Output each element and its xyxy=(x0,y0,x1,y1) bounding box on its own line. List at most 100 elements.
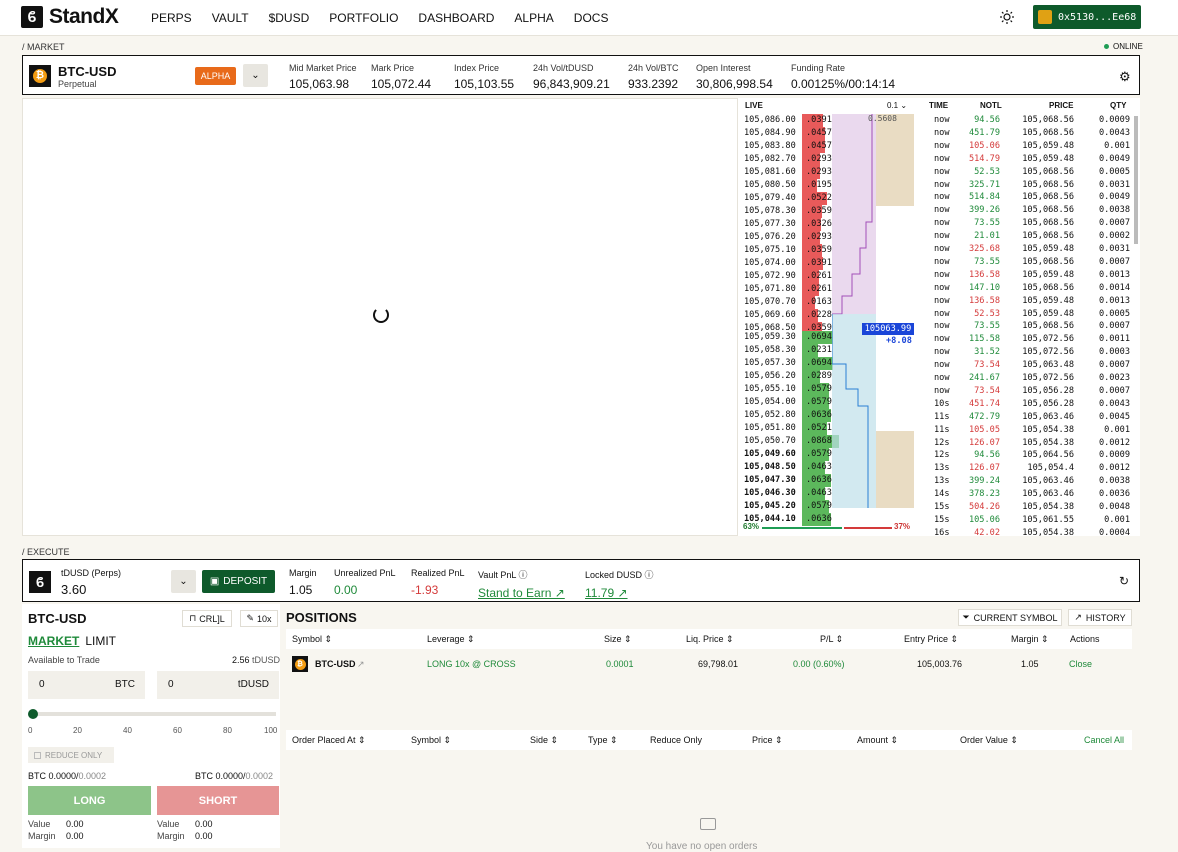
ask-row[interactable]: 105,070.70 .0163 xyxy=(738,296,918,309)
trade-qty: 0.0043 xyxy=(1098,398,1130,409)
dusd-amount-input[interactable]: 0 tDUSD xyxy=(157,671,279,699)
trades-scrollbar[interactable] xyxy=(1134,116,1138,244)
header-order-placed[interactable]: Order Placed At ⇕ xyxy=(292,735,366,746)
available-amount: 2.56 xyxy=(231,655,250,665)
margin-label: Margin xyxy=(157,831,185,841)
gear-icon[interactable]: ⚙ xyxy=(1119,69,1131,85)
nav-dashboard[interactable]: DASHBOARD xyxy=(418,11,494,25)
price-chart[interactable] xyxy=(22,98,738,536)
position-leverage: LONG 10x @ CROSS xyxy=(427,659,516,669)
bid-row[interactable]: 105,056.20 .0289 xyxy=(738,370,918,383)
tick-size-select[interactable]: 0.1 ⌄ xyxy=(887,101,907,110)
trade-qty: 0.0007 xyxy=(1098,218,1130,229)
theme-toggle-icon[interactable] xyxy=(999,9,1015,25)
reduce-only-checkbox[interactable]: REDUCE ONLY xyxy=(28,747,114,763)
nav-docs[interactable]: DOCS xyxy=(574,11,609,25)
header-liq-price[interactable]: Liq. Price ⇕ xyxy=(686,634,734,645)
position-symbol[interactable]: BTC-USD xyxy=(315,659,356,669)
trade-price: 105,072.56 xyxy=(1022,373,1074,383)
btc-amount-input[interactable]: 0 BTC xyxy=(28,671,145,699)
ask-row[interactable]: 105,075.10 .0359 xyxy=(738,244,918,257)
trade-row: now 94.56 105,068.56 0.0009 xyxy=(918,114,1138,127)
current-symbol-label: CURRENT SYMBOL xyxy=(973,612,1058,623)
header-size[interactable]: Size ⇕ xyxy=(604,634,632,645)
header-entry-price[interactable]: Entry Price ⇕ xyxy=(904,634,958,645)
ask-row[interactable]: 105,071.80 .0261 xyxy=(738,283,918,296)
short-button[interactable]: SHORT xyxy=(157,786,279,815)
header-symbol[interactable]: Symbol ⇕ xyxy=(292,634,332,645)
ask-row[interactable]: 105,074.00 .0391 xyxy=(738,257,918,270)
nav-perps[interactable]: PERPS xyxy=(151,11,192,25)
margin-mode-button[interactable]: ⊓ CRL]L xyxy=(182,610,232,627)
ask-row[interactable]: 105,076.20 .0293 xyxy=(738,231,918,244)
refresh-icon[interactable]: ↻ xyxy=(1119,574,1129,588)
trades-header-notional: NOTL xyxy=(980,101,1002,110)
header-margin[interactable]: Margin ⇕ xyxy=(1011,634,1049,645)
header-order-symbol[interactable]: Symbol ⇕ xyxy=(411,735,451,746)
trade-notional: 42.02 xyxy=(974,527,1000,536)
deposit-button[interactable]: ▣ DEPOSIT xyxy=(202,570,275,593)
ask-size: .0261 xyxy=(806,284,832,294)
bid-row[interactable]: 105,054.00 .0579 xyxy=(738,396,918,409)
trade-price: 105,068.56 xyxy=(1022,179,1074,190)
stat-value: 1.05 xyxy=(289,583,313,597)
trade-qty: 0.0012 xyxy=(1098,437,1130,448)
header-pl[interactable]: P/L ⇕ xyxy=(820,634,843,645)
value-label: Value xyxy=(28,819,51,829)
nav-portfolio[interactable]: PORTFOLIO xyxy=(329,11,398,25)
trade-notional: 399.24 xyxy=(968,476,1000,487)
ask-row[interactable]: 105,072.90 .0261 xyxy=(738,270,918,283)
trade-notional: 21.01 xyxy=(974,231,1000,242)
current-symbol-filter[interactable]: ⏷ CURRENT SYMBOL xyxy=(958,609,1062,626)
history-button[interactable]: ↗ HISTORY xyxy=(1068,609,1132,626)
ask-row[interactable]: 105,069.60 .0228 xyxy=(738,309,918,322)
cancel-all-button[interactable]: Cancel All xyxy=(1084,735,1124,745)
trade-price: 105,061.55 xyxy=(1022,514,1074,525)
market-select-dropdown[interactable]: ⌄ xyxy=(243,64,268,87)
size-slider[interactable]: 0 20 40 60 80 100 xyxy=(28,709,277,739)
ask-price: 105,072.90 xyxy=(744,271,796,281)
slider-handle[interactable] xyxy=(28,709,38,719)
ask-row[interactable]: 105,078.30 .0359 xyxy=(738,205,918,218)
header-leverage[interactable]: Leverage ⇕ xyxy=(427,634,475,645)
ask-size: .0293 xyxy=(806,167,832,177)
bid-size: .0463 xyxy=(806,488,832,498)
balance-max: 0.0002 xyxy=(78,771,107,781)
nav-dusd[interactable]: $DUSD xyxy=(269,11,310,25)
wallet-button[interactable]: 0x5130...Ee68 xyxy=(1033,5,1141,29)
tab-market[interactable]: MARKET xyxy=(28,634,79,648)
bid-row[interactable]: 105,055.10 .0579 xyxy=(738,383,918,396)
header-order-value[interactable]: Order Value ⇕ xyxy=(960,735,1018,746)
leverage-button[interactable]: ✎ 10x xyxy=(240,610,278,627)
header-order-price[interactable]: Price ⇕ xyxy=(752,735,783,746)
trade-notional: 472.79 xyxy=(968,411,1000,422)
bid-size: .0694 xyxy=(806,332,832,342)
trade-qty: 0.001 xyxy=(1104,424,1130,435)
locked-dusd-link[interactable]: 11.79 ↗ xyxy=(585,586,654,600)
long-button[interactable]: LONG xyxy=(28,786,151,815)
nav-vault[interactable]: VAULT xyxy=(212,11,249,25)
tab-limit[interactable]: LIMIT xyxy=(85,634,116,648)
header-order-side[interactable]: Side ⇕ xyxy=(530,735,558,746)
trade-time: now xyxy=(934,334,950,345)
bid-row[interactable]: 105,052.80 .0636 xyxy=(738,409,918,422)
close-position-button[interactable]: Close xyxy=(1069,659,1092,669)
stand-to-earn-link[interactable]: Stand to Earn ↗ xyxy=(478,586,565,600)
bid-row[interactable]: 105,057.30 .0694 xyxy=(738,357,918,370)
header-order-type[interactable]: Type ⇕ xyxy=(588,735,618,746)
nav-alpha[interactable]: ALPHA xyxy=(514,11,553,25)
trade-qty: 0.0007 xyxy=(1098,360,1130,371)
input-unit: tDUSD xyxy=(237,679,269,690)
ask-row[interactable]: 105,077.30 .0326 xyxy=(738,218,918,231)
trade-qty: 0.0013 xyxy=(1098,269,1130,280)
trade-time: 12s xyxy=(934,450,950,461)
logo[interactable]: ϐ StandX xyxy=(21,5,119,29)
trade-row: now 52.53 105,059.48 0.0005 xyxy=(918,308,1138,321)
short-margin: 0.00 xyxy=(195,831,213,841)
account-dropdown[interactable]: ⌄ xyxy=(171,570,196,593)
trade-price: 105,056.28 xyxy=(1022,398,1074,409)
online-dot-icon xyxy=(1104,44,1109,49)
long-summary: Value 0.00 Margin 0.00 xyxy=(28,819,84,841)
external-link-icon[interactable]: ↗ xyxy=(357,659,365,670)
header-order-amount[interactable]: Amount ⇕ xyxy=(857,735,898,746)
